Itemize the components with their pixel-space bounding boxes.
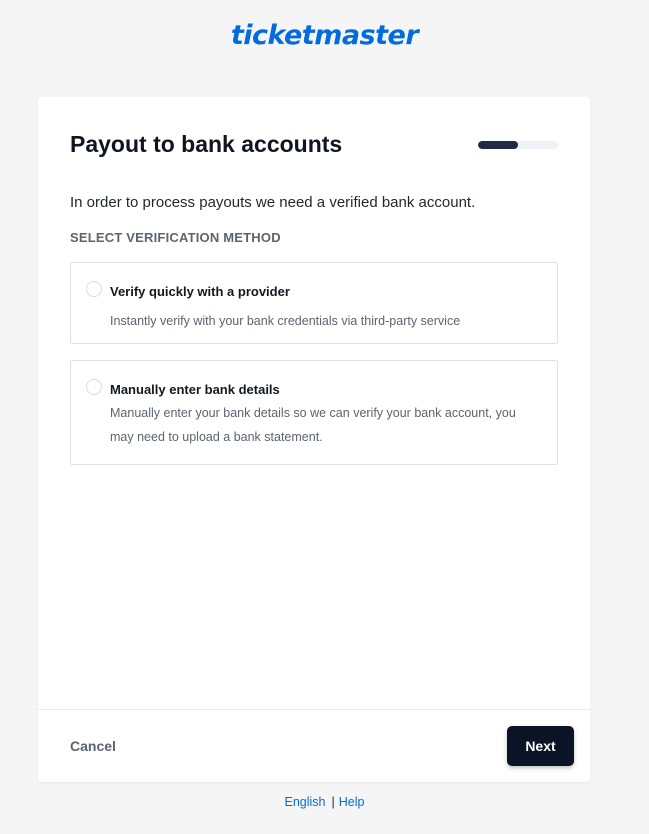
footer-divider (38, 709, 590, 710)
section-label: SELECT VERIFICATION METHOD (70, 230, 281, 245)
link-separator: | (331, 795, 335, 809)
help-link[interactable]: Help (339, 795, 365, 809)
bottom-links: English | Help (0, 795, 649, 809)
intro-text: In order to process payouts we need a ve… (70, 194, 476, 211)
option-manual-description: Manually enter your bank details so we c… (110, 406, 516, 444)
progress-bar (478, 141, 558, 149)
option-provider[interactable]: Verify quickly with a provider Instantly… (70, 262, 558, 344)
ticketmaster-logo: ticketmaster (230, 20, 419, 51)
option-provider-title: Verify quickly with a provider (110, 284, 290, 299)
radio-manual[interactable] (86, 379, 102, 395)
radio-provider[interactable] (86, 281, 102, 297)
progress-fill (478, 141, 518, 149)
option-manual[interactable]: Manually enter bank details Manually ent… (70, 360, 558, 465)
payout-card: Payout to bank accounts In order to proc… (38, 97, 590, 782)
option-provider-description: Instantly verify with your bank credenti… (110, 314, 461, 328)
page-title: Payout to bank accounts (70, 131, 343, 157)
language-link[interactable]: English (285, 795, 326, 809)
option-manual-title: Manually enter bank details (110, 382, 280, 397)
next-button[interactable]: Next (507, 726, 574, 766)
cancel-button[interactable]: Cancel (70, 738, 116, 754)
